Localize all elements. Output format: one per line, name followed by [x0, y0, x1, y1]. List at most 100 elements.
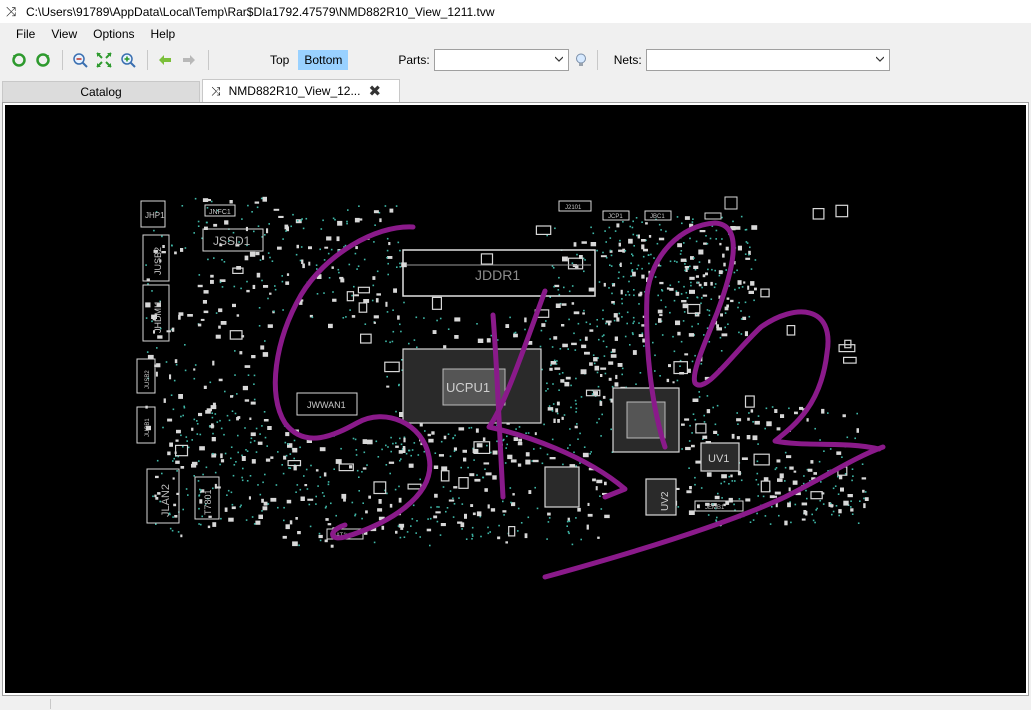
pcb-pad	[411, 449, 414, 451]
pcb-pad	[677, 506, 680, 508]
pcb-pad	[401, 262, 407, 268]
pcb-pad	[196, 420, 198, 422]
menu-file[interactable]: File	[8, 25, 43, 43]
forward-button[interactable]	[178, 49, 200, 71]
pcb-pad	[654, 276, 657, 278]
pcb-pad	[632, 333, 634, 336]
pcb-pad	[487, 504, 490, 509]
pcb-pad	[175, 460, 180, 464]
pcb-pad	[395, 410, 397, 413]
nets-combobox[interactable]	[645, 49, 890, 71]
zoom-out-button[interactable]	[69, 49, 91, 71]
pcb-pad	[659, 314, 663, 317]
pcb-pad	[332, 217, 335, 220]
menu-help[interactable]: Help	[143, 25, 184, 43]
pcb-pad	[212, 452, 214, 455]
pcb-pad	[354, 294, 359, 297]
pcb-pad	[643, 345, 645, 347]
pcb-pad	[571, 543, 574, 546]
pcb-pad	[630, 262, 632, 265]
bottom-side-button[interactable]: Bottom	[298, 50, 349, 70]
pcb-pad	[256, 206, 259, 209]
pcb-pad	[708, 309, 711, 312]
zoom-in-button[interactable]	[117, 49, 139, 71]
pcb-pad	[210, 279, 214, 284]
pcb-pad	[317, 485, 319, 487]
pcb-pad	[561, 324, 565, 327]
pcb-pad	[552, 267, 555, 269]
pcb-pad	[617, 363, 623, 367]
pcb-pad	[847, 494, 853, 498]
pcb-pad	[736, 418, 742, 422]
pcb-pad	[703, 414, 705, 417]
pcb-pad	[676, 379, 679, 382]
pcb-pad	[682, 303, 688, 309]
pcb-pad	[172, 460, 174, 462]
pcb-pad	[290, 225, 292, 228]
back-button[interactable]	[154, 49, 176, 71]
tab-board-view[interactable]: ⤨ NMD882R10_View_12... ✖	[202, 79, 400, 102]
pcb-pad	[567, 517, 570, 521]
pcb-pad	[838, 475, 843, 480]
label-jwwan1: JWWAN1	[307, 400, 346, 410]
pcb-pad	[613, 313, 618, 318]
pcb-pad	[215, 312, 218, 314]
pcb-pad	[654, 354, 656, 357]
status-bar	[0, 697, 1031, 710]
pcb-pad	[434, 452, 437, 454]
pcb-pad	[737, 471, 741, 476]
pcb-pad	[323, 292, 325, 294]
label-jssd1: JSSD1	[213, 234, 251, 248]
pcb-pad	[429, 544, 431, 547]
nets-label: Nets:	[613, 53, 642, 67]
pcb-pad	[748, 290, 754, 294]
pcb-pad	[628, 280, 630, 283]
pcb-pad	[632, 322, 634, 325]
menu-options[interactable]: Options	[85, 25, 142, 43]
pcb-pad	[321, 492, 324, 494]
pcb-pad	[566, 520, 569, 523]
pcb-pad	[757, 495, 759, 497]
pcb-pad	[277, 506, 279, 509]
pcb-pad	[351, 294, 353, 297]
menu-view[interactable]: View	[43, 25, 85, 43]
label-jhdmi1: JHDMI1	[153, 300, 163, 333]
pcb-pad	[548, 405, 551, 407]
pcb-pad	[605, 322, 607, 325]
rotate-right-button[interactable]	[32, 49, 54, 71]
close-tab-icon[interactable]: ✖	[368, 84, 381, 99]
rotate-left-button[interactable]	[8, 49, 30, 71]
top-side-button[interactable]: Top	[265, 50, 294, 70]
pcb-pad	[637, 264, 640, 267]
small-component-outline	[786, 325, 796, 336]
pcb-pad	[748, 315, 751, 318]
pcb-pad	[706, 409, 711, 414]
pcb-pad	[182, 508, 184, 511]
pcb-pad	[549, 457, 556, 460]
pcb-pad	[569, 444, 571, 446]
pcb-pad	[282, 535, 287, 539]
pcb-pad	[342, 317, 345, 319]
pcb-pad	[710, 281, 713, 286]
pcb-pad	[361, 517, 363, 520]
pcb-pad	[235, 461, 237, 463]
pcb-pad	[524, 317, 527, 323]
pcb-pad	[375, 298, 379, 303]
pcb-pad	[253, 398, 256, 401]
pcb-pad	[621, 367, 624, 370]
pcb-pad	[571, 262, 574, 264]
pcb-pad	[657, 309, 663, 314]
zoom-fit-button[interactable]	[93, 49, 115, 71]
pcb-pad	[177, 531, 180, 533]
parts-combobox[interactable]	[433, 49, 569, 71]
pcb-pad	[266, 445, 268, 447]
board-canvas[interactable]: JDDR1 UCPU1 UV1 UV2 JHP1 JNFC1 JSSD1 JUS…	[5, 105, 1026, 693]
pcb-pad	[593, 357, 598, 362]
pcb-pad	[502, 500, 504, 503]
tab-catalog[interactable]: Catalog	[2, 81, 200, 102]
pcb-pad	[298, 544, 300, 547]
highlight-part-button[interactable]	[571, 49, 591, 71]
pcb-pad	[442, 486, 445, 488]
pcb-pad	[218, 308, 223, 313]
pcb-pad	[439, 534, 442, 536]
